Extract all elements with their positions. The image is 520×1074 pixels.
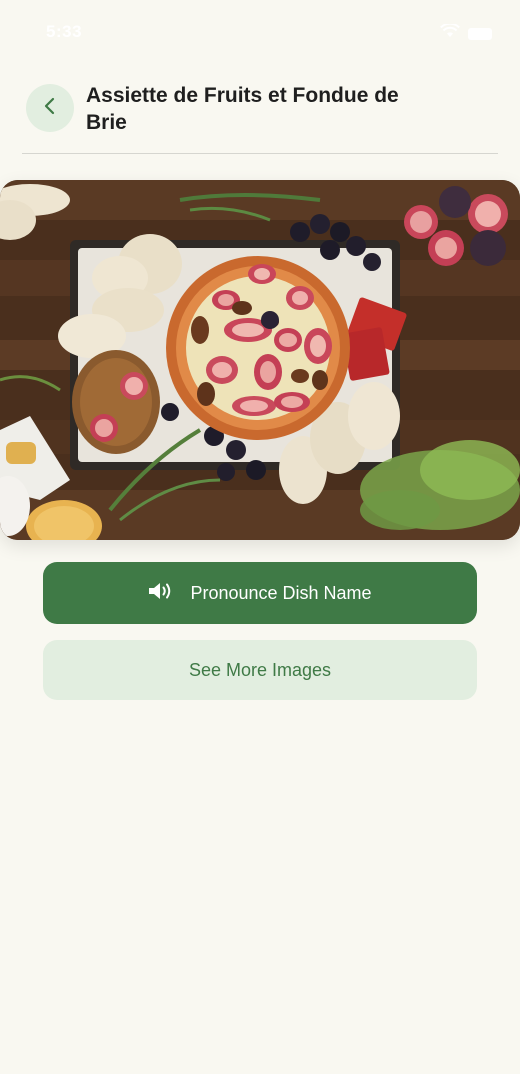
wifi-icon [440,22,460,43]
header: Assiette de Fruits et Fondue de Brie [0,80,520,154]
see-more-images-label: See More Images [188,659,332,680]
divider [22,153,498,154]
battery-icon [468,27,492,40]
pronounce-dish-label: Pronounce Dish Name [190,582,372,603]
page-title: Assiette de Fruits et Fondue de Brie [86,84,399,134]
chevron-left-icon [43,97,57,120]
dish-image [0,180,520,540]
back-button[interactable] [26,84,74,132]
status-bar: 5:33 [0,0,520,60]
pronounce-dish-button[interactable]: Pronounce Dish Name [43,562,477,624]
status-time: 5:33 [46,22,83,41]
speaker-icon [148,581,174,606]
status-icons [440,22,492,43]
see-more-images-button[interactable]: See More Images [43,640,477,700]
